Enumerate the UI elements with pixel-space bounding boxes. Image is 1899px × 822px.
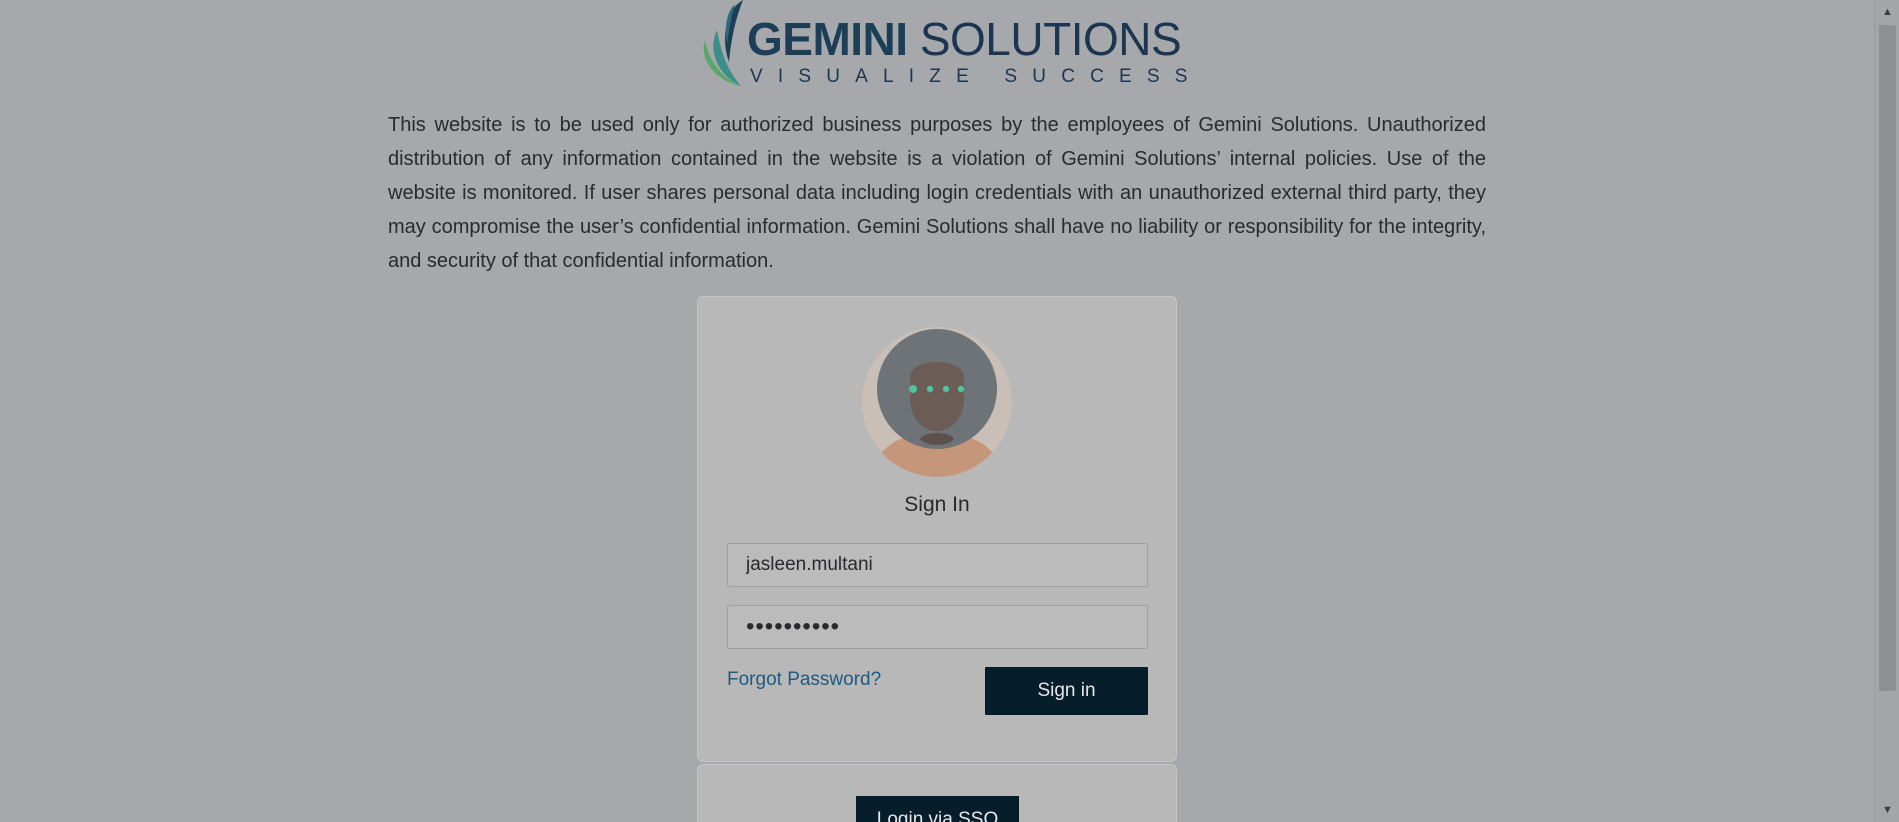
login-card: Sign In Forgot Password? Sign in [697, 296, 1177, 762]
scrollbar-thumb[interactable] [1879, 25, 1896, 691]
scroll-up-arrow-icon[interactable]: ▲ [1875, 2, 1899, 22]
password-field[interactable] [727, 605, 1148, 649]
logo-name-light: SOLUTIONS [919, 13, 1182, 65]
forgot-password-link[interactable]: Forgot Password? [727, 669, 881, 691]
scroll-down-arrow-icon[interactable]: ▼ [1875, 800, 1899, 820]
logo-tagline: VISUALIZE SUCCESS [750, 66, 1203, 87]
sign-in-button[interactable]: Sign in [985, 667, 1148, 715]
logo-wordmark: GEMINI SOLUTIONS [747, 13, 1182, 65]
login-via-sso-button[interactable]: Login via SSO [856, 796, 1019, 822]
gemini-logo: GEMINI SOLUTIONS VISUALIZE SUCCESS [695, 0, 1187, 92]
user-avatar-icon [862, 327, 1012, 477]
username-field[interactable] [727, 543, 1148, 587]
logo-name-bold: GEMINI [747, 13, 908, 65]
leaf-logo-icon [703, 0, 743, 86]
sso-card: Login via SSO [697, 764, 1177, 822]
signin-heading: Sign In [904, 493, 970, 516]
vertical-scrollbar[interactable]: ▲ ▼ [1874, 0, 1899, 822]
login-page: GEMINI SOLUTIONS VISUALIZE SUCCESS This … [0, 0, 1899, 822]
disclaimer-text: This website is to be used only for auth… [388, 114, 1486, 272]
